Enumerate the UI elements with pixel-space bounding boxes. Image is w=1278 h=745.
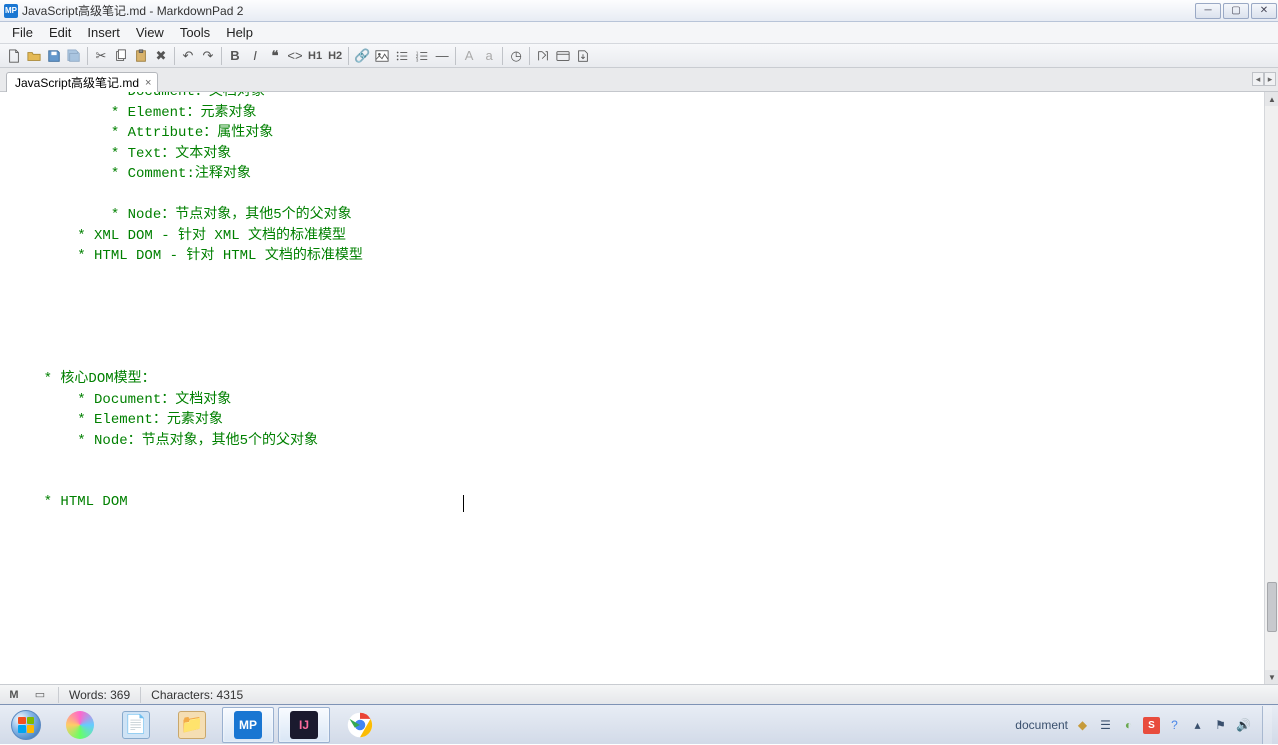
minimize-button[interactable]: ─ bbox=[1195, 3, 1221, 19]
code-icon[interactable]: <> bbox=[285, 46, 305, 66]
show-desktop-button[interactable] bbox=[1262, 706, 1272, 744]
ul-icon[interactable] bbox=[392, 46, 412, 66]
uppercase-icon[interactable]: A bbox=[459, 46, 479, 66]
app-icon: MP bbox=[4, 4, 18, 18]
windows-logo-icon bbox=[11, 710, 41, 740]
tray-icon-sogou[interactable]: S bbox=[1143, 717, 1160, 734]
taskbar-app-1[interactable] bbox=[54, 707, 106, 743]
redo-icon[interactable]: ↷ bbox=[198, 46, 218, 66]
ime-indicator[interactable]: document bbox=[1015, 718, 1068, 732]
link-icon[interactable]: 🔗 bbox=[352, 46, 372, 66]
reading-mode-icon[interactable]: ▭ bbox=[32, 687, 48, 703]
copy-icon[interactable] bbox=[111, 46, 131, 66]
system-tray: document ◆ ☰ ◐ S ? ▴ ⚑ 🔊 bbox=[1015, 705, 1272, 745]
taskbar-explorer[interactable]: 📁 bbox=[166, 707, 218, 743]
tab-label: JavaScript高级笔记.md bbox=[15, 74, 139, 91]
scroll-up-arrow[interactable]: ▲ bbox=[1265, 92, 1278, 106]
menu-view[interactable]: View bbox=[128, 23, 172, 42]
bold-icon[interactable]: B bbox=[225, 46, 245, 66]
tray-icon-3[interactable]: ◐ bbox=[1120, 717, 1137, 734]
save-all-icon[interactable] bbox=[64, 46, 84, 66]
scroll-down-arrow[interactable]: ▼ bbox=[1265, 670, 1278, 684]
tab-close-icon[interactable]: × bbox=[145, 77, 151, 89]
quote-icon[interactable]: ❝ bbox=[265, 46, 285, 66]
undo-icon[interactable]: ↶ bbox=[178, 46, 198, 66]
markdown-mode-icon[interactable]: M bbox=[6, 687, 22, 703]
italic-icon[interactable]: I bbox=[245, 46, 265, 66]
menu-edit[interactable]: Edit bbox=[41, 23, 79, 42]
word-count: Words: 369 bbox=[69, 688, 130, 702]
menu-insert[interactable]: Insert bbox=[79, 23, 128, 42]
h1-icon[interactable]: H1 bbox=[305, 46, 325, 66]
tray-icon-1[interactable]: ◆ bbox=[1074, 717, 1091, 734]
svg-text:3: 3 bbox=[416, 57, 419, 62]
tray-expand-icon[interactable]: ▴ bbox=[1189, 717, 1206, 734]
editor-area[interactable]: * Document：文档对象 * Element：元素对象 * Attribu… bbox=[0, 92, 1278, 684]
cut-icon[interactable]: ✂ bbox=[91, 46, 111, 66]
save-icon[interactable] bbox=[44, 46, 64, 66]
title-bar: MP JavaScript高级笔记.md - MarkdownPad 2 ─ ▢… bbox=[0, 0, 1278, 22]
vertical-scrollbar[interactable]: ▲ ▼ bbox=[1264, 92, 1278, 684]
menu-tools[interactable]: Tools bbox=[172, 23, 218, 42]
browser-preview-icon[interactable] bbox=[553, 46, 573, 66]
text-cursor bbox=[463, 495, 464, 512]
open-file-icon[interactable] bbox=[24, 46, 44, 66]
ol-icon[interactable]: 123 bbox=[412, 46, 432, 66]
image-icon[interactable] bbox=[372, 46, 392, 66]
scrollbar-thumb[interactable] bbox=[1267, 582, 1277, 632]
paste-icon[interactable] bbox=[131, 46, 151, 66]
tab-scroll-right[interactable]: ▸ bbox=[1264, 72, 1276, 86]
menu-bar: File Edit Insert View Tools Help bbox=[0, 22, 1278, 44]
char-count: Characters: 4315 bbox=[151, 688, 243, 702]
window-title: JavaScript高级笔记.md - MarkdownPad 2 bbox=[22, 2, 243, 19]
status-bar: M ▭ Words: 369 Characters: 4315 bbox=[0, 684, 1278, 704]
tray-flag-icon[interactable]: ⚑ bbox=[1212, 717, 1229, 734]
preview-icon[interactable] bbox=[533, 46, 553, 66]
timestamp-icon[interactable]: ◷ bbox=[506, 46, 526, 66]
new-file-icon[interactable] bbox=[4, 46, 24, 66]
document-tab[interactable]: JavaScript高级笔记.md × bbox=[6, 72, 158, 92]
h2-icon[interactable]: H2 bbox=[325, 46, 345, 66]
taskbar-chrome[interactable] bbox=[334, 707, 386, 743]
close-button[interactable]: ✕ bbox=[1251, 3, 1277, 19]
hr-icon[interactable]: — bbox=[432, 46, 452, 66]
tray-icon-2[interactable]: ☰ bbox=[1097, 717, 1114, 734]
start-button[interactable] bbox=[2, 707, 50, 743]
delete-icon[interactable]: ✖ bbox=[151, 46, 171, 66]
taskbar: 📄 📁 MP IJ document ◆ ☰ ◐ S ? ▴ ⚑ 🔊 bbox=[0, 704, 1278, 744]
maximize-button[interactable]: ▢ bbox=[1223, 3, 1249, 19]
menu-help[interactable]: Help bbox=[218, 23, 261, 42]
toolbar: ✂ ✖ ↶ ↷ B I ❝ <> H1 H2 🔗 123 — A a ◷ bbox=[0, 44, 1278, 68]
tray-volume-icon[interactable]: 🔊 bbox=[1235, 717, 1252, 734]
tab-bar: JavaScript高级笔记.md × ◂ ▸ bbox=[0, 68, 1278, 92]
taskbar-notepad[interactable]: 📄 bbox=[110, 707, 162, 743]
taskbar-intellij[interactable]: IJ bbox=[278, 707, 330, 743]
tab-scroll-left[interactable]: ◂ bbox=[1252, 72, 1264, 86]
lowercase-icon[interactable]: a bbox=[479, 46, 499, 66]
menu-file[interactable]: File bbox=[4, 23, 41, 42]
taskbar-markdownpad[interactable]: MP bbox=[222, 707, 274, 743]
editor-content[interactable]: * Document：文档对象 * Element：元素对象 * Attribu… bbox=[0, 92, 1264, 513]
export-icon[interactable] bbox=[573, 46, 593, 66]
tray-icon-help[interactable]: ? bbox=[1166, 717, 1183, 734]
